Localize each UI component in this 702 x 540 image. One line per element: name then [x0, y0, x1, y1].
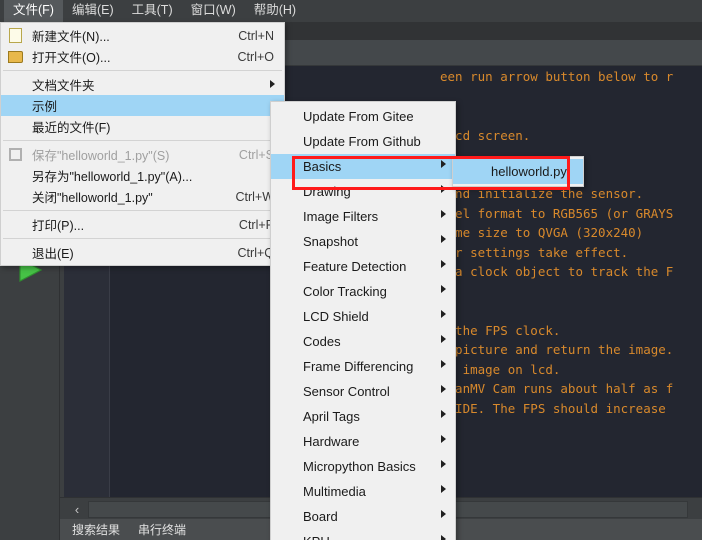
basics-menu-item-0[interactable]: helloworld.py	[453, 159, 583, 184]
menu-item-shortcut: Ctrl+S	[238, 147, 274, 162]
chevron-right-icon	[441, 485, 446, 493]
menu-separator	[3, 70, 282, 71]
menubar-item-3[interactable]: 窗口(W)	[182, 0, 245, 22]
chevron-right-icon	[441, 160, 446, 168]
menu-item-label: Micropython Basics	[303, 459, 416, 474]
examples-menu-item-17[interactable]: KPU	[271, 529, 455, 540]
file-menu-item-0[interactable]: 新建文件(N)... Ctrl+N	[1, 25, 284, 46]
status-tab-1[interactable]: 串行终端	[138, 521, 186, 538]
examples-menu-item-3[interactable]: Drawing	[271, 179, 455, 204]
menu-item-label: April Tags	[303, 409, 360, 424]
file-menu-item-9[interactable]: 关闭"helloworld_1.py" Ctrl+W	[1, 186, 284, 207]
chevron-right-icon	[441, 235, 446, 243]
menu-item-label: KPU	[271, 534, 330, 540]
chevron-right-icon	[441, 460, 446, 468]
menu-separator	[3, 140, 282, 141]
menu-item-shortcut: Ctrl+Q	[237, 245, 274, 260]
menu-item-label: Drawing	[303, 184, 351, 199]
examples-submenu-popup: Update From Gitee Update From Github Basic…	[270, 101, 456, 540]
menu-item-label: Color Tracking	[303, 284, 387, 299]
chevron-right-icon	[441, 535, 446, 540]
menu-item-label: Frame Differencing	[303, 359, 414, 374]
menu-item-label: helloworld.py	[491, 164, 567, 179]
file-menu-item-8[interactable]: 另存为"helloworld_1.py"(A)...	[1, 165, 284, 186]
chevron-right-icon	[441, 510, 446, 518]
menubar-item-2[interactable]: 工具(T)	[123, 0, 182, 22]
menubar-item-1[interactable]: 编辑(E)	[63, 0, 123, 22]
menu-item-shortcut: Ctrl+O	[237, 49, 274, 64]
file-menu-item-3[interactable]: 文档文件夹	[1, 74, 284, 95]
chevron-right-icon	[441, 360, 446, 368]
canmv-ide-window: ✕ een run arrow button below to r lcd sc…	[0, 0, 702, 540]
examples-menu-item-14[interactable]: Micropython Basics	[271, 454, 455, 479]
examples-menu-item-4[interactable]: Image Filters	[271, 204, 455, 229]
examples-menu-item-13[interactable]: Hardware	[271, 429, 455, 454]
file-menu-item-13[interactable]: 退出(E) Ctrl+Q	[1, 242, 284, 263]
examples-menu-item-2[interactable]: Basics	[271, 154, 455, 179]
examples-menu-item-5[interactable]: Snapshot	[271, 229, 455, 254]
chevron-right-icon	[441, 210, 446, 218]
menu-item-label: Snapshot	[303, 234, 358, 249]
file-menu-item-1[interactable]: 打开文件(O)... Ctrl+O	[1, 46, 284, 67]
file-menu-item-4[interactable]: 示例	[1, 95, 284, 116]
menu-item-label: 最近的文件(F)	[32, 121, 111, 135]
menu-separator	[3, 210, 282, 211]
menu-item-label: 打印(P)...	[32, 219, 85, 233]
chevron-right-icon	[441, 285, 446, 293]
status-tab-0[interactable]: 搜索结果	[72, 521, 120, 538]
menu-item-shortcut: Ctrl+P	[238, 217, 274, 232]
menu-item-label: 另存为"helloworld_1.py"(A)...	[32, 170, 193, 184]
chevron-right-icon	[441, 435, 446, 443]
examples-menu-item-6[interactable]: Feature Detection	[271, 254, 455, 279]
menu-item-shortcut: Ctrl+W	[235, 189, 274, 204]
chevron-right-icon	[441, 260, 446, 268]
menu-item-label: 保存"helloworld_1.py"(S)	[32, 149, 170, 163]
basics-flyout-popup: helloworld.py	[452, 156, 584, 187]
menu-item-label: 关闭"helloworld_1.py"	[32, 191, 153, 205]
menu-item-label: Sensor Control	[303, 384, 390, 399]
menu-item-label: Update From Github	[303, 134, 421, 149]
menu-item-label: Codes	[303, 334, 341, 349]
examples-menu-item-1[interactable]: Update From Github	[271, 129, 455, 154]
file-menu-popup: 新建文件(N)... Ctrl+N 打开文件(O)... Ctrl+O 文档文件夹示例最…	[0, 22, 285, 266]
chevron-right-icon	[441, 385, 446, 393]
menu-item-label: Basics	[303, 159, 342, 174]
examples-menu-item-11[interactable]: Sensor Control	[271, 379, 455, 404]
menu-item-label: LCD Shield	[303, 309, 369, 324]
chevron-left-icon[interactable]: ‹	[68, 501, 86, 517]
file-menu-item-7[interactable]: 保存"helloworld_1.py"(S) Ctrl+S	[1, 144, 284, 165]
menu-separator	[3, 238, 282, 239]
examples-menu-item-0[interactable]: Update From Gitee	[271, 104, 455, 129]
menu-item-label: 示例	[32, 100, 58, 114]
menu-item-label: Hardware	[303, 434, 360, 449]
examples-menu-item-12[interactable]: April Tags	[271, 404, 455, 429]
menu-item-shortcut: Ctrl+N	[238, 28, 274, 43]
examples-menu-item-9[interactable]: Codes	[271, 329, 455, 354]
menubar-item-4[interactable]: 帮助(H)	[245, 0, 305, 22]
file-menu-item-5[interactable]: 最近的文件(F)	[1, 116, 284, 137]
examples-menu-item-10[interactable]: Frame Differencing	[271, 354, 455, 379]
menu-item-label: Image Filters	[303, 209, 379, 224]
menu-item-label: Multimedia	[303, 484, 366, 499]
chevron-right-icon	[441, 185, 446, 193]
open-folder-icon	[7, 48, 24, 65]
new-file-icon	[7, 27, 24, 44]
menu-item-label: 退出(E)	[32, 247, 74, 261]
chevron-right-icon	[441, 310, 446, 318]
examples-menu-item-8[interactable]: LCD Shield	[271, 304, 455, 329]
file-menu-item-11[interactable]: 打印(P)... Ctrl+P	[1, 214, 284, 235]
examples-menu-item-15[interactable]: Multimedia	[271, 479, 455, 504]
menu-item-label: Board	[303, 509, 338, 524]
chevron-right-icon	[270, 80, 275, 88]
menu-item-label: Feature Detection	[303, 259, 407, 274]
menu-bar: 文件(F) 编辑(E) 工具(T) 窗口(W) 帮助(H)	[0, 0, 702, 22]
examples-menu-item-7[interactable]: Color Tracking	[271, 279, 455, 304]
save-icon	[7, 146, 24, 163]
examples-menu-item-16[interactable]: Board	[271, 504, 455, 529]
menu-item-label: 文档文件夹	[32, 79, 95, 93]
menu-item-label: Update From Gitee	[303, 109, 414, 124]
chevron-right-icon	[441, 410, 446, 418]
menubar-item-0[interactable]: 文件(F)	[4, 0, 63, 22]
chevron-right-icon	[441, 335, 446, 343]
